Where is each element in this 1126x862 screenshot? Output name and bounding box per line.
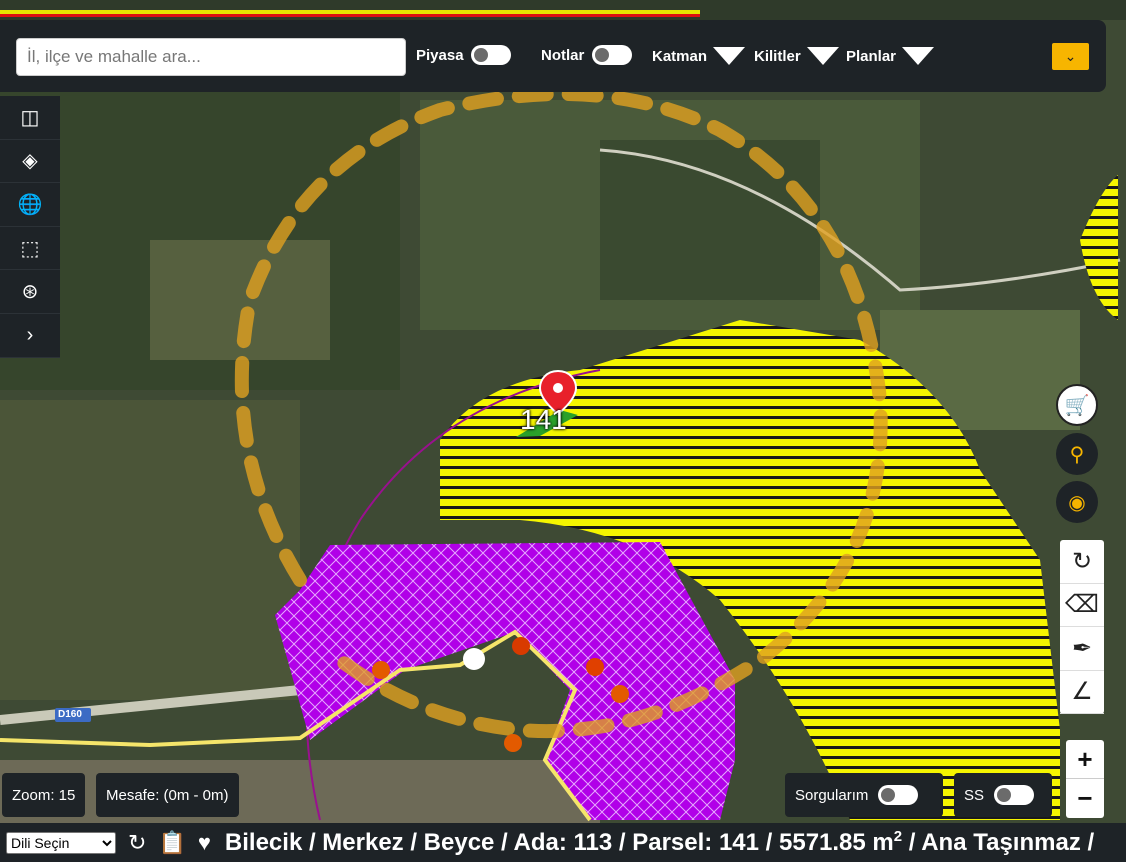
ss-chip: SS <box>954 773 1052 817</box>
map-canvas[interactable]: 141 D160 <box>0 0 1126 862</box>
unit-superscript: 2 <box>893 828 903 845</box>
toggle-knob <box>595 48 609 62</box>
notlar-toggle[interactable] <box>592 45 632 65</box>
map-icon[interactable]: ◫ <box>0 96 60 140</box>
clipboard-icon[interactable]: 📋 <box>158 830 185 856</box>
sorgularim-chip: Sorgularım <box>785 773 943 817</box>
piyasa-label: Piyasa <box>416 47 464 64</box>
chevron-down-icon <box>806 47 839 65</box>
planlar-menu[interactable]: Planlar <box>846 47 935 65</box>
road-label: D160 <box>58 709 82 720</box>
katman-label: Katman <box>652 47 708 65</box>
parcel-number-label: 141 <box>520 404 567 435</box>
kilitler-menu[interactable]: Kilitler <box>754 47 839 65</box>
expand-toolbar-button[interactable]: ⌄ <box>1052 43 1089 70</box>
heart-icon[interactable]: ♥ <box>198 830 211 856</box>
polyline-icon[interactable]: ∠ <box>1060 671 1104 714</box>
left-sidebar: ◫ ◈ 🌐 ⬚ ⊛ › <box>0 96 60 358</box>
status-bar: Dili Seçin ↻ 📋 ♥ Bilecik / Merkez / Beyc… <box>0 823 1126 862</box>
pen-tool-icon[interactable]: ✒ <box>1060 627 1104 671</box>
breadcrumb-tail: / Ana Taşınmaz / <box>902 829 1095 856</box>
zoom-indicator: Zoom: 15 <box>2 773 86 817</box>
layers-icon[interactable]: ◈ <box>0 140 60 184</box>
distance-indicator: Mesafe: (0m - 0m) <box>96 773 239 817</box>
zoom-control: + − <box>1066 740 1104 818</box>
zoom-in-button[interactable]: + <box>1066 740 1104 779</box>
search-input[interactable] <box>16 38 406 76</box>
breadcrumb-text: Bilecik / Merkez / Beyce / Ada: 113 / Pa… <box>224 829 894 856</box>
refresh-icon[interactable]: ↻ <box>128 830 146 856</box>
drawing-tools: ↻ ⌫ ✒ ∠ <box>1060 540 1104 714</box>
language-select[interactable]: Dili Seçin <box>6 831 116 854</box>
sorgularim-label: Sorgularım <box>795 786 869 804</box>
toggle-knob <box>474 48 488 62</box>
fullscreen-icon[interactable]: ⬚ <box>0 227 60 271</box>
refresh-icon[interactable]: ↻ <box>1060 540 1104 584</box>
toggle-knob <box>997 788 1012 802</box>
ss-label: SS <box>964 786 985 804</box>
notlar-label: Notlar <box>541 47 585 64</box>
piyasa-toggle[interactable] <box>471 45 511 65</box>
broadcast-icon[interactable]: ⊛ <box>0 270 60 314</box>
kilitler-label: Kilitler <box>754 47 801 65</box>
katman-menu[interactable]: Katman <box>652 47 746 65</box>
zoom-out-button[interactable]: − <box>1066 779 1104 818</box>
globe-icon[interactable]: 🌐 <box>0 183 60 227</box>
chevron-down-icon <box>902 47 935 65</box>
toggle-knob <box>881 788 896 802</box>
location-breadcrumb: Bilecik / Merkez / Beyce / Ada: 113 / Pa… <box>225 828 1094 857</box>
sorgularim-toggle[interactable] <box>878 785 919 805</box>
cart-add-icon[interactable]: 🛒 <box>1056 384 1098 426</box>
planlar-label: Planlar <box>846 47 897 65</box>
chevron-down-icon: ⌄ <box>1064 48 1077 64</box>
chevron-right-icon[interactable]: › <box>0 314 60 358</box>
location-pin-icon[interactable]: ◉ <box>1056 481 1098 523</box>
ss-toggle[interactable] <box>994 785 1035 805</box>
zoom-search-icon[interactable]: ⚲ <box>1056 433 1098 475</box>
eraser-icon[interactable]: ⌫ <box>1060 584 1104 627</box>
chevron-down-icon <box>713 47 746 65</box>
